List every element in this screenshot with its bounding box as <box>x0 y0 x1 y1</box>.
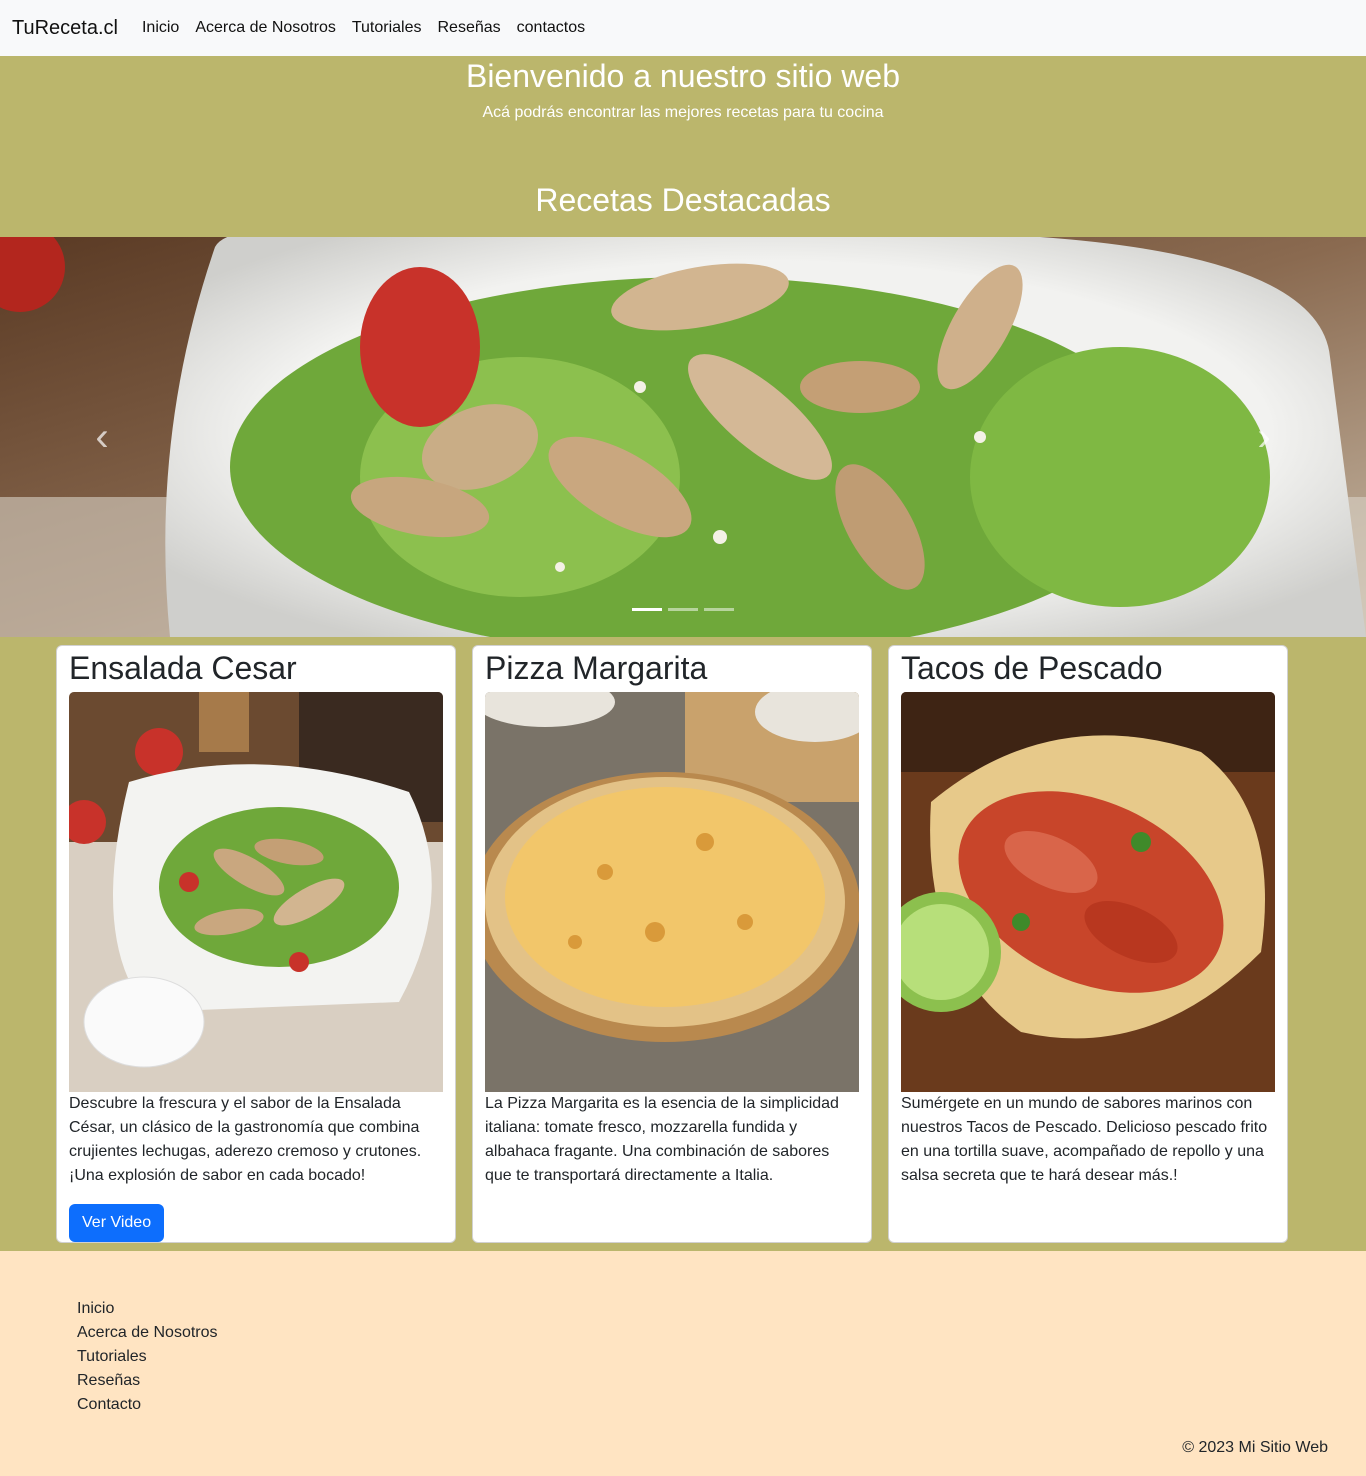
footer-link-inicio[interactable]: Inicio <box>77 1297 218 1321</box>
chevron-right-icon: › <box>1257 415 1271 459</box>
nav-link-acerca[interactable]: Acerca de Nosotros <box>195 19 336 37</box>
carousel-slide-image <box>0 237 1366 637</box>
featured-title: Recetas Destacadas <box>535 182 831 218</box>
nav-links: Inicio Acerca de Nosotros Tutoriales Res… <box>142 19 601 37</box>
footer-link-acerca[interactable]: Acerca de Nosotros <box>77 1321 218 1345</box>
recipe-image <box>485 692 859 1092</box>
footer: Inicio Acerca de Nosotros Tutoriales Res… <box>0 1251 1366 1476</box>
navbar: TuReceta.cl Inicio Acerca de Nosotros Tu… <box>0 0 1366 56</box>
carousel-indicators <box>0 608 1366 611</box>
footer-link-resenas[interactable]: Reseñas <box>77 1369 218 1393</box>
ver-video-button[interactable]: Ver Video <box>69 1204 165 1242</box>
nav-link-inicio[interactable]: Inicio <box>142 19 179 37</box>
recipe-card-ensalada: Ensalada Cesar Descubre la frescura y el… <box>56 645 456 1243</box>
featured-carousel[interactable]: ‹ › <box>0 237 1366 637</box>
card-description: Sumérgete en un mundo de sabores marinos… <box>901 1095 1268 1184</box>
nav-link-contactos[interactable]: contactos <box>517 19 585 37</box>
recipe-image <box>69 692 443 1092</box>
footer-link-contacto[interactable]: Contacto <box>77 1393 218 1417</box>
carousel-indicator[interactable] <box>668 608 698 611</box>
copyright: © 2023 Mi Sitio Web <box>1182 1439 1328 1456</box>
recipe-card-pizza: Pizza Margarita La Pizza Margarita es la… <box>472 645 872 1243</box>
hero-subtitle: Acá podrás encontrar las mejores recetas… <box>482 104 884 121</box>
recipe-card-tacos: Tacos de Pescado Sumérgete en un mundo d… <box>888 645 1288 1243</box>
card-title: Ensalada Cesar <box>69 650 297 686</box>
footer-links: Inicio Acerca de Nosotros Tutoriales Res… <box>77 1297 218 1417</box>
carousel-indicator[interactable] <box>632 608 662 611</box>
chevron-left-icon: ‹ <box>95 415 109 459</box>
recipe-image <box>901 692 1275 1092</box>
brand-logo[interactable]: TuReceta.cl <box>12 17 118 40</box>
carousel-indicator[interactable] <box>704 608 734 611</box>
carousel-prev-button[interactable]: ‹ <box>82 417 122 457</box>
hero-title: Bienvenido a nuestro sitio web <box>465 58 901 94</box>
card-description: La Pizza Margarita es la esencia de la s… <box>485 1095 839 1184</box>
footer-link-tutoriales[interactable]: Tutoriales <box>77 1345 218 1369</box>
card-title: Tacos de Pescado <box>901 650 1163 686</box>
card-title: Pizza Margarita <box>485 650 708 686</box>
card-description: Descubre la frescura y el sabor de la En… <box>69 1095 422 1184</box>
nav-link-resenas[interactable]: Reseñas <box>438 19 501 37</box>
carousel-next-button[interactable]: › <box>1244 417 1284 457</box>
nav-link-tutoriales[interactable]: Tutoriales <box>352 19 422 37</box>
